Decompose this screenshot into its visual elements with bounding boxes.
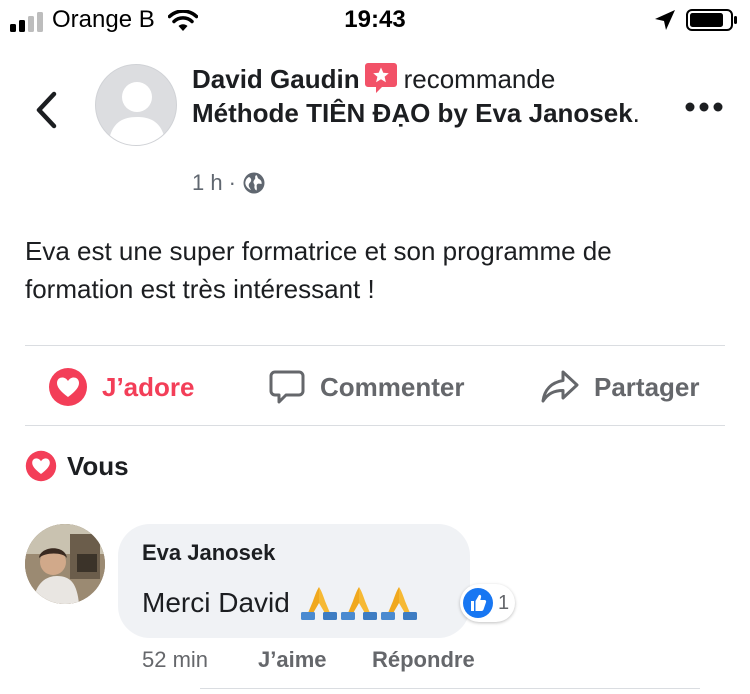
back-chevron-icon[interactable]: [32, 90, 62, 130]
divider: [25, 425, 725, 426]
trailing-period: .: [632, 98, 640, 128]
comment-reaction-number: 1: [498, 591, 510, 614]
heart-reaction-icon: [25, 450, 57, 482]
post-time[interactable]: 1 h: [192, 170, 223, 196]
globe-privacy-icon: [243, 172, 265, 194]
commenter-photo: [25, 524, 105, 604]
love-label: J’adore: [102, 371, 195, 402]
reactions-summary[interactable]: Vous: [25, 450, 129, 482]
commenter-avatar[interactable]: [25, 524, 105, 604]
comment-button[interactable]: Commenter: [268, 362, 464, 412]
status-time: 19:43: [344, 6, 406, 33]
comment-time: 52 min: [142, 647, 209, 672]
more-options-icon[interactable]: [684, 100, 724, 114]
recommend-star-icon: [364, 63, 397, 93]
comment-text: Merci David: [142, 585, 418, 621]
default-profile-icon: [108, 82, 166, 145]
divider: [25, 345, 725, 346]
comment-label: Commenter: [320, 371, 465, 402]
page-name-link[interactable]: Méthode TIÊN ĐẠO by Eva Janosek: [192, 98, 633, 128]
location-arrow-icon: [655, 10, 675, 30]
comment-like-button[interactable]: J’aime: [258, 647, 327, 673]
post-header-text: David Gaudin recommande Méthode TIÊN ĐẠO…: [192, 62, 647, 130]
folded-hands-icon: [340, 587, 377, 620]
meta-separator: ·: [228, 170, 236, 195]
comment-reply-button[interactable]: Répondre: [372, 647, 475, 673]
comment-reaction-count[interactable]: 1: [460, 584, 516, 622]
share-arrow-icon: [541, 370, 579, 403]
recommend-verb: recommande: [403, 64, 556, 94]
author-avatar[interactable]: [95, 64, 177, 146]
heart-reaction-icon: [49, 368, 87, 406]
love-reaction-button[interactable]: J’adore: [48, 362, 195, 412]
share-label: Partager: [594, 371, 700, 402]
reactions-summary-label: Vous: [67, 450, 129, 481]
post-body-text: Eva est une super formatrice et son prog…: [25, 236, 612, 304]
share-button[interactable]: Partager: [540, 362, 700, 412]
post-meta: 1 h ·: [192, 170, 266, 196]
like-thumb-icon: [463, 588, 493, 618]
comment-text-content: Merci David: [142, 587, 290, 618]
folded-hands-icon: [300, 587, 337, 620]
comment-bubble-icon: [269, 370, 305, 404]
folded-hands-icon: [380, 587, 417, 620]
folded-hands-emojis: [300, 585, 418, 621]
next-comment-edge: [200, 688, 700, 694]
comment-author[interactable]: Eva Janosek: [142, 540, 275, 566]
author-name[interactable]: David Gaudin: [192, 64, 360, 94]
battery-icon: [686, 9, 737, 31]
